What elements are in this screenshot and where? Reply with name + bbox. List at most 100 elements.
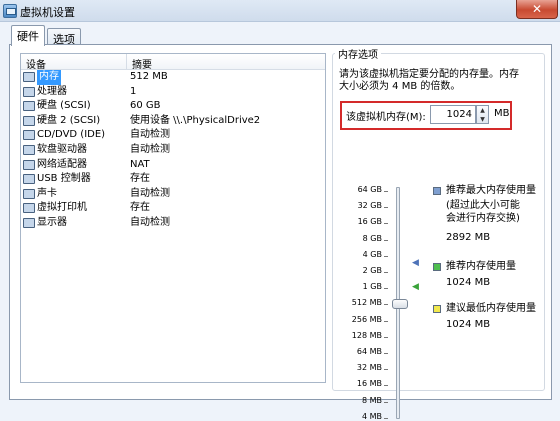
device-name: 软盘驱动器 <box>37 143 87 155</box>
memory-scale-label: 4 MB <box>361 411 382 421</box>
memory-scale-label: 8 GB <box>362 233 382 243</box>
usb-icon <box>23 174 35 185</box>
min-memory-label: 建议最低内存使用量 <box>446 303 536 314</box>
device-name: CD/DVD (IDE) <box>37 129 106 141</box>
device-row[interactable]: 内存 512 MB <box>21 70 325 85</box>
device-name: 声卡 <box>37 187 57 199</box>
memory-spinner[interactable]: ▲ ▼ <box>476 105 489 124</box>
memory-scale-label: 2 GB <box>362 266 382 275</box>
memory-scale-tick <box>384 223 388 225</box>
printer-icon <box>23 203 35 214</box>
display-icon <box>23 217 35 228</box>
title-bar: 虚拟机设置 ✕ <box>0 0 560 22</box>
device-name: 硬盘 (SCSI) <box>37 100 91 112</box>
memory-scale-tick <box>384 191 388 192</box>
column-divider[interactable] <box>126 54 127 69</box>
memory-scale-label: 32 GB <box>357 201 382 211</box>
memory-size-input[interactable] <box>430 105 476 124</box>
device-name: 虚拟打印机 <box>37 202 87 214</box>
memory-unit-label: MB <box>494 108 510 119</box>
max-memory-note-line-2: 会进行内存交换) <box>446 213 520 224</box>
device-name: USB 控制器 <box>37 173 91 185</box>
device-row[interactable]: CD/DVD (IDE) 自动检测 <box>21 128 325 143</box>
memory-group-title: 内存选项 <box>335 46 381 61</box>
vm-settings-icon <box>3 4 17 18</box>
memory-scale-label: 256 MB <box>351 314 382 324</box>
spin-up-arrow-icon[interactable]: ▲ <box>477 106 488 115</box>
device-row[interactable]: 虚拟打印机 存在 <box>21 201 325 216</box>
memory-scale-tick <box>384 353 388 354</box>
device-summary: 使用设备 \\.\PhysicalDrive2 <box>130 114 261 126</box>
memory-description-line-2: 大小必须为 4 MB 的倍数。 <box>339 81 461 92</box>
memory-scale-tick <box>384 255 388 257</box>
device-summary: 存在 <box>130 173 150 185</box>
device-list: 设备 摘要 内存 512 MB 处理器 1 硬盘 (SCSI) 60 GB 硬盘 2 (SC… <box>20 53 326 383</box>
sound-card-icon <box>23 188 35 199</box>
device-name: 处理器 <box>37 85 67 97</box>
device-row[interactable]: 硬盘 2 (SCSI) 使用设备 \\.\PhysicalDrive2 <box>21 114 325 129</box>
recommended-memory-value: 1024 MB <box>446 277 491 288</box>
window-title: 虚拟机设置 <box>20 6 75 19</box>
memory-scale-label: 8 MB <box>361 395 382 405</box>
device-row[interactable]: 声卡 自动检测 <box>21 187 325 202</box>
device-name: 硬盘 2 (SCSI) <box>37 114 101 126</box>
memory-scale-tick <box>384 288 388 290</box>
device-summary: 60 GB <box>130 100 161 112</box>
max-memory-note-line-1: (超过此大小可能 <box>446 200 520 211</box>
device-summary: 1 <box>130 85 137 97</box>
device-summary: 自动检测 <box>130 216 170 228</box>
processor-icon <box>23 86 35 97</box>
network-adapter-icon <box>23 159 35 170</box>
memory-scale-label: 64 MB <box>356 347 382 356</box>
memory-scale-tick <box>384 239 388 241</box>
column-header-device[interactable]: 设备 <box>26 56 46 71</box>
hardware-tab-panel: 设备 摘要 内存 512 MB 处理器 1 硬盘 (SCSI) 60 GB 硬盘 2 (SC… <box>9 44 552 421</box>
memory-scale-tick <box>384 320 388 322</box>
device-name: 网络适配器 <box>37 158 87 170</box>
memory-scale-tick <box>384 304 388 306</box>
memory-icon <box>23 72 35 82</box>
device-row[interactable]: USB 控制器 存在 <box>21 172 325 187</box>
recommended-memory-legend-icon <box>433 263 441 271</box>
memory-scale-label: 4 GB <box>362 249 382 259</box>
floppy-icon <box>23 144 35 155</box>
device-list-header: 设备 摘要 <box>21 54 325 71</box>
device-row[interactable]: 网络适配器 NAT <box>21 158 325 173</box>
max-memory-value: 2892 MB <box>446 232 491 243</box>
memory-scale-label: 512 MB <box>351 298 382 308</box>
memory-scale-tick <box>384 417 388 419</box>
device-summary: 存在 <box>130 202 150 214</box>
memory-scale-tick <box>384 336 388 338</box>
memory-scale-label: 16 GB <box>357 217 382 227</box>
device-summary: 512 MB <box>130 71 168 82</box>
column-header-summary[interactable]: 摘要 <box>132 56 152 71</box>
close-button[interactable]: ✕ <box>516 0 558 19</box>
device-row[interactable]: 显示器 自动检测 <box>21 216 325 231</box>
device-name: 内存 <box>37 70 61 85</box>
hard-disk-icon <box>23 115 35 126</box>
device-name: 显示器 <box>37 216 67 228</box>
min-memory-value: 1024 MB <box>446 319 491 330</box>
memory-scale-tick <box>384 207 388 209</box>
memory-scale-tick <box>384 385 388 387</box>
memory-scale-tick <box>384 272 388 273</box>
tab-hardware[interactable]: 硬件 <box>11 25 45 46</box>
cd-dvd-icon <box>23 130 35 141</box>
device-row[interactable]: 处理器 1 <box>21 85 325 100</box>
max-memory-legend-icon <box>433 187 441 195</box>
max-memory-label: 推荐最大内存使用量 <box>446 185 536 196</box>
recommended-memory-label: 推荐内存使用量 <box>446 261 516 272</box>
recommended-memory-marker-icon: ◀ <box>412 282 419 293</box>
spin-down-arrow-icon[interactable]: ▼ <box>477 115 488 124</box>
device-summary: 自动检测 <box>130 187 170 199</box>
device-summary: 自动检测 <box>130 143 170 155</box>
device-row[interactable]: 软盘驱动器 自动检测 <box>21 143 325 158</box>
memory-slider-thumb[interactable] <box>392 299 408 310</box>
max-memory-marker-icon: ◀ <box>412 257 419 268</box>
memory-scale-label: 1 GB <box>362 282 382 292</box>
memory-description: 请为该虚拟机指定要分配的内存量。内存 大小必须为 4 MB 的倍数。 <box>339 69 539 93</box>
device-summary: 自动检测 <box>130 129 170 141</box>
memory-scale-label: 128 MB <box>351 330 382 340</box>
device-row[interactable]: 硬盘 (SCSI) 60 GB <box>21 99 325 114</box>
memory-scale-tick <box>384 401 388 403</box>
